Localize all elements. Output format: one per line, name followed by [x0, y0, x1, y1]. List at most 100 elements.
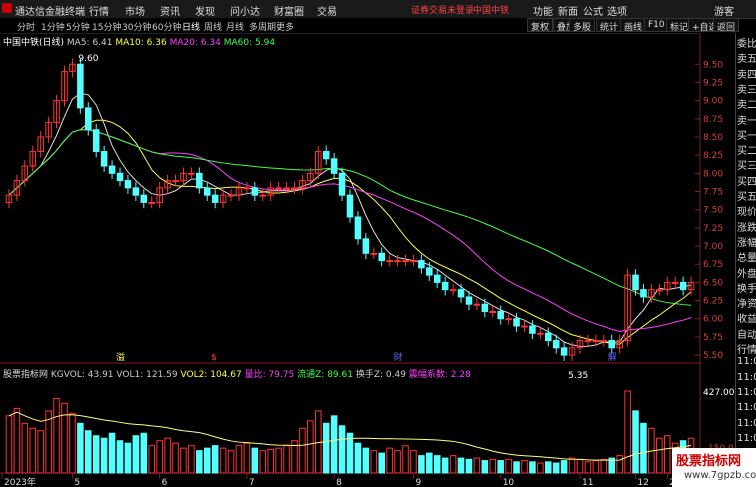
- volume-bar: [410, 450, 417, 474]
- f10-button[interactable]: F10: [644, 18, 669, 32]
- volume-bar: [632, 410, 639, 474]
- date-label: 11: [582, 478, 593, 487]
- candle-body: [473, 303, 481, 306]
- stats-button[interactable]: 统计: [596, 18, 623, 33]
- candle-body: [362, 238, 370, 254]
- draw-button[interactable]: 画线: [620, 18, 647, 33]
- current-stock-label: 中国中铁: [473, 6, 510, 16]
- candle-body: [108, 165, 116, 174]
- volume-bar: [624, 390, 631, 474]
- volume-bar: [259, 450, 267, 474]
- vol-top-label: 427.00: [703, 388, 735, 398]
- app-title: 通达信金融终端: [15, 7, 85, 18]
- date-label: 12: [638, 478, 649, 487]
- date-label: 6: [162, 478, 168, 487]
- period-multi[interactable]: 多周期: [249, 20, 276, 33]
- candle-body: [330, 158, 338, 174]
- price-label: 6.75: [703, 260, 723, 270]
- menu-discover[interactable]: 发现: [195, 3, 215, 18]
- price-label: 6.00: [703, 315, 723, 325]
- menu-quotes[interactable]: 行情: [89, 3, 109, 18]
- candle-body: [140, 194, 148, 203]
- period-5min[interactable]: 5分钟: [66, 20, 90, 33]
- candle-body: [402, 260, 409, 263]
- volume-bar: [235, 445, 243, 474]
- volume-bar: [13, 407, 21, 474]
- volume-bar: [592, 460, 600, 474]
- menu-guest[interactable]: 游客: [714, 3, 734, 18]
- volume-bar: [180, 447, 187, 474]
- menu-news[interactable]: 资讯: [160, 3, 180, 18]
- date-label: 8: [336, 478, 342, 487]
- ma20-line: [8, 129, 692, 332]
- candle-body: [497, 310, 504, 320]
- kline-chart[interactable]: 9.50 9.25 9.00 8.75 8.50 8.25 8.00 7.75 7.50 7.25…: [0, 33, 735, 487]
- candle-body: [227, 194, 235, 197]
- volume-bar: [465, 458, 473, 474]
- adjust-button[interactable]: 复权: [527, 18, 554, 33]
- quote-row-label: 净资: [737, 299, 756, 311]
- ma20-value: MA20: 6.34: [169, 38, 221, 48]
- quote-row-label: 11:0: [737, 432, 756, 444]
- menu-ask-xiaoda[interactable]: 问小达: [230, 3, 260, 18]
- menu-formula[interactable]: 公式: [583, 3, 603, 18]
- menu-market[interactable]: 市场: [125, 3, 145, 18]
- price-axis: 9.50 9.25 9.00 8.75 8.50 8.25 8.00 7.75 7.50 7.25…: [703, 60, 735, 454]
- candle-body: [418, 260, 425, 269]
- quote-row-label: 收益: [737, 314, 756, 326]
- volume-bar: [656, 437, 663, 474]
- period-more[interactable]: 更多: [276, 20, 294, 33]
- volume-bar: [600, 458, 608, 474]
- volume-bar: [552, 462, 560, 474]
- quote-row-label: 换手: [737, 283, 756, 295]
- back-button[interactable]: 返回: [713, 18, 740, 33]
- period-daily[interactable]: 日线: [182, 20, 200, 33]
- candle-body: [188, 172, 195, 175]
- candle-body: [116, 172, 124, 182]
- period-60min[interactable]: 60分钟: [152, 20, 181, 33]
- quote-row-label: 卖三: [737, 84, 756, 96]
- candle-body: [132, 187, 140, 196]
- period-monthly[interactable]: 月线: [226, 20, 244, 33]
- multi-stock-button[interactable]: 多股: [569, 18, 596, 33]
- volume-bar: [92, 435, 100, 474]
- candle-body: [537, 332, 544, 335]
- volume-bar: [243, 442, 251, 474]
- period-weekly[interactable]: 周线: [204, 20, 222, 33]
- period-15min[interactable]: 15分钟: [92, 20, 121, 33]
- quote-row-label: 总量: [737, 253, 756, 265]
- candle-body: [608, 340, 616, 349]
- volume-bar: [362, 447, 370, 474]
- period-30min[interactable]: 30分钟: [122, 20, 151, 33]
- ma5-value: MA5: 6.41: [66, 38, 113, 48]
- quote-row-label: 外盘: [737, 268, 756, 280]
- volume-bar: [275, 447, 282, 474]
- price-label: 9.50: [703, 60, 723, 70]
- quote-row-label: 委比: [737, 39, 756, 50]
- candle-body: [322, 151, 330, 160]
- event-markers: 9.60 5.35 溢 $ 财 解: [78, 54, 616, 381]
- menu-wealth-circle[interactable]: 财富圈: [274, 3, 304, 18]
- event-marker: 溢: [116, 351, 125, 363]
- volume-bar: [418, 455, 425, 474]
- volume-bar: [663, 435, 671, 474]
- volume-bar: [219, 447, 227, 474]
- candle-body: [481, 303, 489, 312]
- menu-options[interactable]: 选项: [607, 3, 627, 18]
- date-label: 10: [503, 478, 515, 487]
- candle-body: [92, 129, 100, 153]
- period-1min[interactable]: 1分钟: [41, 20, 65, 33]
- menu-new-layout[interactable]: 新面: [558, 3, 578, 18]
- event-marker: $: [211, 353, 217, 363]
- menu-trade[interactable]: 交易: [317, 3, 337, 18]
- volume-bar: [116, 440, 124, 474]
- volume-bars: [5, 390, 695, 474]
- candle-body: [457, 289, 465, 298]
- candle-body: [196, 172, 203, 189]
- price-label: 8.25: [703, 151, 723, 161]
- candle-body: [560, 347, 568, 356]
- period-intraday[interactable]: 分时: [17, 20, 35, 33]
- login-status[interactable]: 证券交易未登录: [411, 3, 474, 16]
- menu-function[interactable]: 功能: [533, 3, 553, 18]
- volume-bar: [77, 422, 84, 474]
